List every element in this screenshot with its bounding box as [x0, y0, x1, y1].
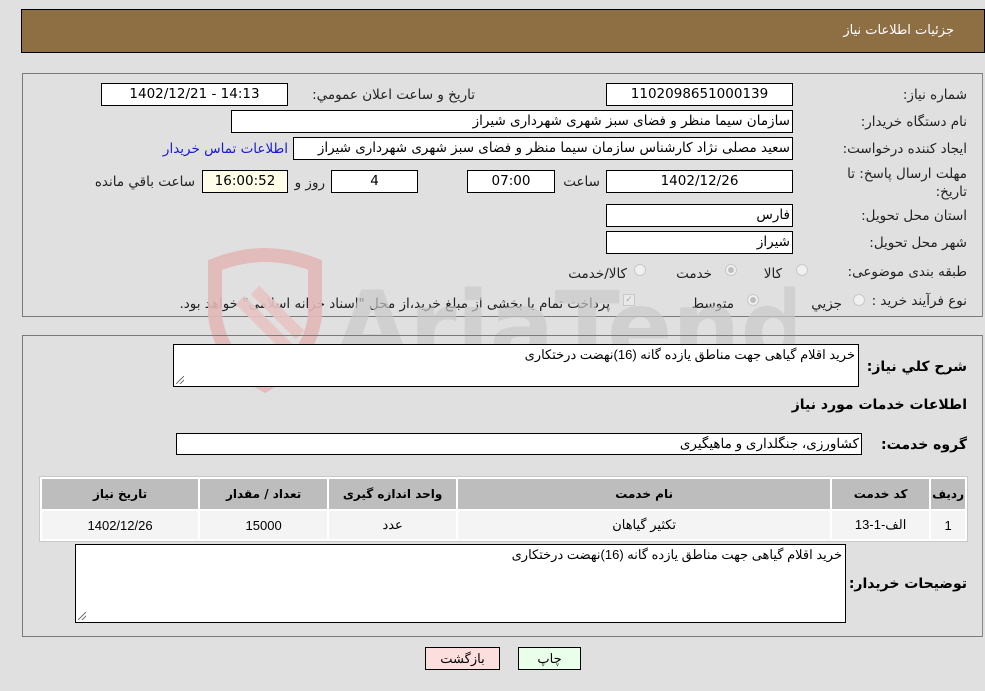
col-service-name: نام خدمت: [458, 479, 831, 509]
services-table: ردیف کد خدمت نام خدمت واحد اندازه گیری ت…: [39, 476, 968, 542]
city-label: شهر محل تحویل:: [869, 235, 967, 251]
announce-datetime-label: تاریخ و ساعت اعلان عمومي:: [312, 87, 475, 103]
print-button[interactable]: چاپ: [518, 647, 581, 670]
need-number-field[interactable]: 1102098651000139: [606, 83, 793, 106]
service-group-field[interactable]: کشاورزی، جنگلداری و ماهیگیری: [176, 433, 862, 455]
service-group-label: گروه خدمت:: [881, 437, 967, 453]
buyer-org-field[interactable]: سازمان سیما منظر و فضای سبز شهری شهرداری…: [231, 110, 793, 133]
purchase-radio-minor[interactable]: [853, 294, 865, 306]
category-option-goods-service: کالا/خدمت: [568, 266, 627, 282]
col-unit: واحد اندازه گیری: [329, 479, 457, 509]
category-radio-goods[interactable]: [796, 264, 808, 276]
need-number-label: شماره نیاز:: [902, 87, 967, 103]
cell-quantity: 15000: [200, 511, 328, 539]
purchase-option-minor: جزيي: [811, 296, 842, 312]
time-remaining-field: 16:00:52: [202, 170, 288, 193]
purchase-type-label: نوع فرآیند خرید :: [871, 293, 967, 309]
col-service-code: کد خدمت: [832, 479, 930, 509]
table-row[interactable]: 1 الف-1-13 تکثیر گیاهان عدد 15000 1402/1…: [42, 511, 965, 539]
cell-service-name: تکثیر گیاهان: [458, 511, 831, 539]
city-field[interactable]: شیراز: [606, 231, 793, 254]
days-remaining-field[interactable]: 4: [331, 170, 418, 193]
buyer-notes-text: خرید اقلام گیاهی جهت مناطق یازده گانه (1…: [511, 547, 842, 562]
category-option-goods: کالا: [763, 266, 782, 282]
deadline-time-label: ساعت: [563, 174, 600, 190]
category-radio-service[interactable]: [725, 264, 737, 276]
back-button[interactable]: بازگشت: [425, 647, 500, 670]
time-remaining-label: ساعت باقي مانده: [94, 174, 195, 190]
requester-label: ایجاد کننده درخواست:: [842, 141, 967, 157]
purchase-radio-medium[interactable]: [747, 294, 759, 306]
cell-need-date: 1402/12/26: [42, 511, 199, 539]
province-field[interactable]: فارس: [606, 204, 793, 227]
services-section-title: اطلاعات خدمات مورد نیاز: [791, 397, 967, 413]
province-label: استان محل تحویل:: [861, 208, 967, 224]
page-header: جزئیات اطلاعات نیاز: [21, 9, 985, 53]
buyer-notes-label: توضیحات خریدار:: [848, 576, 967, 592]
category-radio-goods-service[interactable]: [634, 264, 646, 276]
cell-unit: عدد: [329, 511, 457, 539]
general-desc-textarea[interactable]: خرید اقلام گیاهی جهت مناطق یازده گانه (1…: [173, 344, 859, 387]
resize-grip-icon[interactable]: [176, 376, 184, 384]
purchase-option-medium: متوسط: [691, 296, 734, 312]
buyer-org-label: نام دستگاه خریدار:: [860, 114, 967, 130]
col-quantity: تعداد / مقدار: [200, 479, 328, 509]
treasury-note: پرداخت تمام یا بخشی از مبلغ خرید،از محل …: [179, 296, 610, 312]
cell-row-number: 1: [931, 511, 965, 539]
treasury-checkbox[interactable]: ✓: [623, 294, 635, 306]
deadline-label: مهلت ارسال پاسخ: تا تاریخ:: [847, 166, 967, 200]
category-option-service: خدمت: [676, 266, 712, 282]
general-desc-text: خرید اقلام گیاهی جهت مناطق یازده گانه (1…: [524, 347, 855, 362]
page-title: جزئیات اطلاعات نیاز: [843, 23, 954, 38]
col-need-date: تاریخ نیاز: [42, 479, 199, 509]
resize-grip-icon[interactable]: [78, 612, 86, 620]
days-label: روز و: [294, 175, 325, 191]
cell-service-code: الف-1-13: [832, 511, 930, 539]
requester-field[interactable]: سعید مصلی نژاد کارشناس سازمان سیما منظر …: [293, 137, 793, 160]
announce-datetime-field[interactable]: 1402/12/21 - 14:13: [101, 83, 288, 106]
category-label: طبقه بندی موضوعی:: [847, 264, 967, 280]
buyer-contact-link[interactable]: اطلاعات تماس خریدار: [163, 141, 288, 157]
buyer-notes-textarea[interactable]: خرید اقلام گیاهی جهت مناطق یازده گانه (1…: [75, 544, 846, 623]
table-header-row: ردیف کد خدمت نام خدمت واحد اندازه گیری ت…: [42, 479, 965, 509]
general-desc-label: شرح کلي نیاز:: [866, 359, 967, 375]
deadline-time-field[interactable]: 07:00: [467, 170, 555, 193]
col-row-number: ردیف: [931, 479, 965, 509]
deadline-date-field[interactable]: 1402/12/26: [606, 170, 793, 193]
